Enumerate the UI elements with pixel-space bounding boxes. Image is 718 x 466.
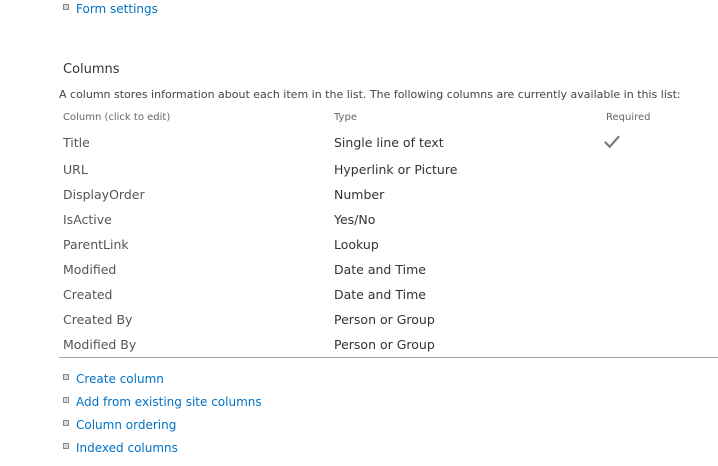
column-header-name: Column (click to edit) <box>63 112 171 123</box>
column-name-modified[interactable]: Modified <box>63 262 116 277</box>
create-column-link[interactable]: Create column <box>76 371 164 387</box>
square-bullet-icon <box>63 420 69 426</box>
column-header-type: Type <box>334 112 357 123</box>
column-type: Person or Group <box>334 312 435 327</box>
checkmark-icon <box>604 135 620 148</box>
add-existing-columns-item: Add from existing site columns <box>63 394 262 410</box>
column-name-parentlink[interactable]: ParentLink <box>63 237 129 252</box>
column-name-displayorder[interactable]: DisplayOrder <box>63 187 145 202</box>
list-settings-page: Form settings Columns A column stores in… <box>0 0 718 466</box>
square-bullet-icon <box>63 443 69 449</box>
column-name-title[interactable]: Title <box>63 135 90 150</box>
column-name-modified-by[interactable]: Modified By <box>63 337 136 352</box>
square-bullet-icon <box>63 397 69 403</box>
column-name-created[interactable]: Created <box>63 287 112 302</box>
create-column-item: Create column <box>63 371 164 387</box>
column-type: Date and Time <box>334 287 426 302</box>
column-type: Lookup <box>334 237 379 252</box>
column-ordering-link[interactable]: Column ordering <box>76 417 176 433</box>
indexed-columns-item: Indexed columns <box>63 440 178 456</box>
square-bullet-icon <box>63 4 69 10</box>
add-existing-columns-link[interactable]: Add from existing site columns <box>76 394 262 410</box>
column-name-created-by[interactable]: Created By <box>63 312 132 327</box>
columns-section-title: Columns <box>63 62 120 77</box>
column-name-isactive[interactable]: IsActive <box>63 212 112 227</box>
column-type: Hyperlink or Picture <box>334 162 458 177</box>
column-name-url[interactable]: URL <box>63 162 88 177</box>
form-settings-link[interactable]: Form settings <box>76 1 158 17</box>
column-header-required: Required <box>606 112 651 123</box>
column-type: Number <box>334 187 385 202</box>
square-bullet-icon <box>63 374 69 380</box>
form-settings-item: Form settings <box>63 1 158 17</box>
column-type: Person or Group <box>334 337 435 352</box>
column-type: Date and Time <box>334 262 426 277</box>
indexed-columns-link[interactable]: Indexed columns <box>76 440 178 456</box>
column-ordering-item: Column ordering <box>63 417 176 433</box>
column-type: Yes/No <box>334 212 376 227</box>
columns-description: A column stores information about each i… <box>59 88 681 101</box>
section-divider <box>59 357 718 358</box>
column-type: Single line of text <box>334 135 444 150</box>
